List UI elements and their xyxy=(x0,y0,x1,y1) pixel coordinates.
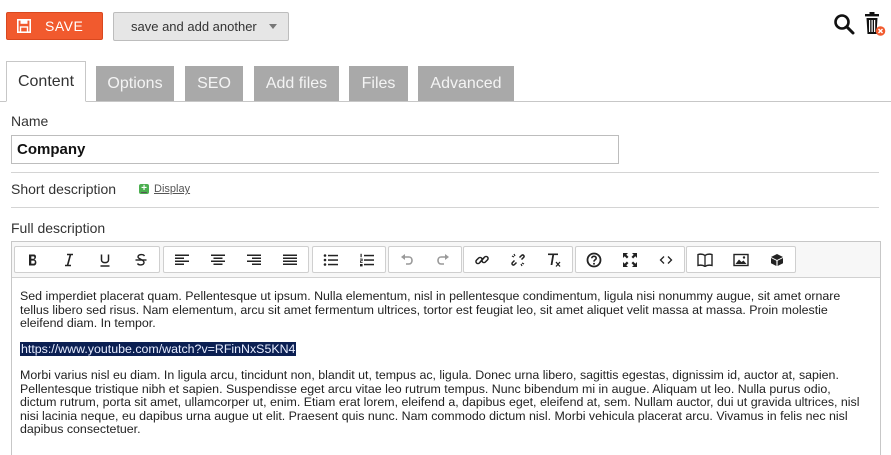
history-group xyxy=(388,246,462,273)
image-button[interactable] xyxy=(723,247,759,272)
clear-format-button[interactable] xyxy=(536,247,572,272)
divider xyxy=(11,207,879,208)
short-description-label: Short description xyxy=(11,181,117,197)
clear-format-icon xyxy=(548,253,561,267)
search-icon[interactable] xyxy=(833,13,855,35)
undo-icon xyxy=(401,253,413,265)
align-center-button[interactable] xyxy=(200,247,236,272)
paragraph: Sed imperdiet placerat quam. Pellentesqu… xyxy=(20,289,841,330)
help-button[interactable] xyxy=(576,247,612,272)
box-icon xyxy=(771,253,783,266)
rich-text-editor: Sed imperdiet placerat quam. Pellentesqu… xyxy=(11,241,881,455)
strikethrough-button[interactable] xyxy=(123,247,159,272)
book-icon xyxy=(697,253,713,267)
selected-link-text[interactable]: https://www.youtube.com/watch?v=RFinNxS5… xyxy=(20,341,297,356)
fullscreen-button[interactable] xyxy=(612,247,648,272)
tab-add-files[interactable]: Add files xyxy=(254,66,339,101)
align-justify-button[interactable] xyxy=(272,247,308,272)
align-left-button[interactable] xyxy=(164,247,200,272)
save-icon xyxy=(17,19,31,33)
divider xyxy=(11,172,879,173)
tab-content[interactable]: Content xyxy=(6,61,86,102)
tools-group xyxy=(575,246,685,273)
chevron-down-icon xyxy=(268,24,277,29)
editor-content[interactable]: Sed imperdiet placerat quam. Pellentesqu… xyxy=(20,289,870,437)
align-center-icon xyxy=(211,254,225,265)
redo-icon xyxy=(437,253,449,265)
full-description-label: Full description xyxy=(11,220,106,236)
fullscreen-icon xyxy=(623,252,637,267)
format-group xyxy=(14,246,160,273)
link-button[interactable] xyxy=(464,247,500,272)
strikethrough-icon xyxy=(135,253,147,266)
display-link[interactable]: + Display xyxy=(139,183,190,195)
italic-icon xyxy=(65,253,73,266)
trash-icon[interactable] xyxy=(862,11,886,37)
image-icon xyxy=(733,253,749,266)
name-input[interactable] xyxy=(11,135,619,164)
save-button[interactable]: SAVE xyxy=(6,12,103,40)
align-left-icon xyxy=(175,254,189,265)
tab-options[interactable]: Options xyxy=(96,66,174,101)
redo-button[interactable] xyxy=(425,247,461,272)
source-code-icon xyxy=(659,255,673,264)
editor-toolbar xyxy=(12,242,880,278)
italic-button[interactable] xyxy=(51,247,87,272)
bullet-list-icon xyxy=(323,253,338,266)
underline-icon xyxy=(100,254,110,267)
top-bar: SAVE save and add another xyxy=(0,0,891,50)
list-group xyxy=(312,246,386,273)
box-button[interactable] xyxy=(759,247,795,272)
bold-button[interactable] xyxy=(15,247,51,272)
bullet-list-button[interactable] xyxy=(313,247,349,272)
paragraph: Morbi varius nisl eu diam. In ligula arc… xyxy=(20,368,860,436)
display-link-label: Display xyxy=(154,183,191,195)
unlink-button[interactable] xyxy=(500,247,536,272)
name-label: Name xyxy=(11,113,49,129)
tab-seo[interactable]: SEO xyxy=(185,66,243,101)
plus-icon: + xyxy=(139,184,149,194)
insert-group xyxy=(686,246,796,273)
save-and-add-another-label: save and add another xyxy=(131,19,257,34)
save-label: SAVE xyxy=(45,18,84,34)
undo-button[interactable] xyxy=(389,247,425,272)
underline-button[interactable] xyxy=(87,247,123,272)
tab-bar: Content Options SEO Add files Files Adva… xyxy=(0,61,891,102)
source-code-button[interactable] xyxy=(648,247,684,272)
align-right-button[interactable] xyxy=(236,247,272,272)
numbered-list-icon xyxy=(360,253,374,266)
book-button[interactable] xyxy=(687,247,723,272)
numbered-list-button[interactable] xyxy=(349,247,385,272)
align-justify-icon xyxy=(283,254,297,265)
tab-advanced[interactable]: Advanced xyxy=(418,66,514,101)
alignment-group xyxy=(163,246,309,273)
help-icon xyxy=(586,252,602,267)
unlink-icon xyxy=(511,253,525,266)
paragraph: https://www.youtube.com/watch?v=RFinNxS5… xyxy=(20,341,870,357)
align-right-icon xyxy=(247,254,261,265)
save-and-add-another-button[interactable]: save and add another xyxy=(113,12,289,41)
link-icon xyxy=(475,255,489,264)
bold-icon xyxy=(29,254,37,265)
tab-files[interactable]: Files xyxy=(349,66,408,101)
link-group xyxy=(463,246,573,273)
